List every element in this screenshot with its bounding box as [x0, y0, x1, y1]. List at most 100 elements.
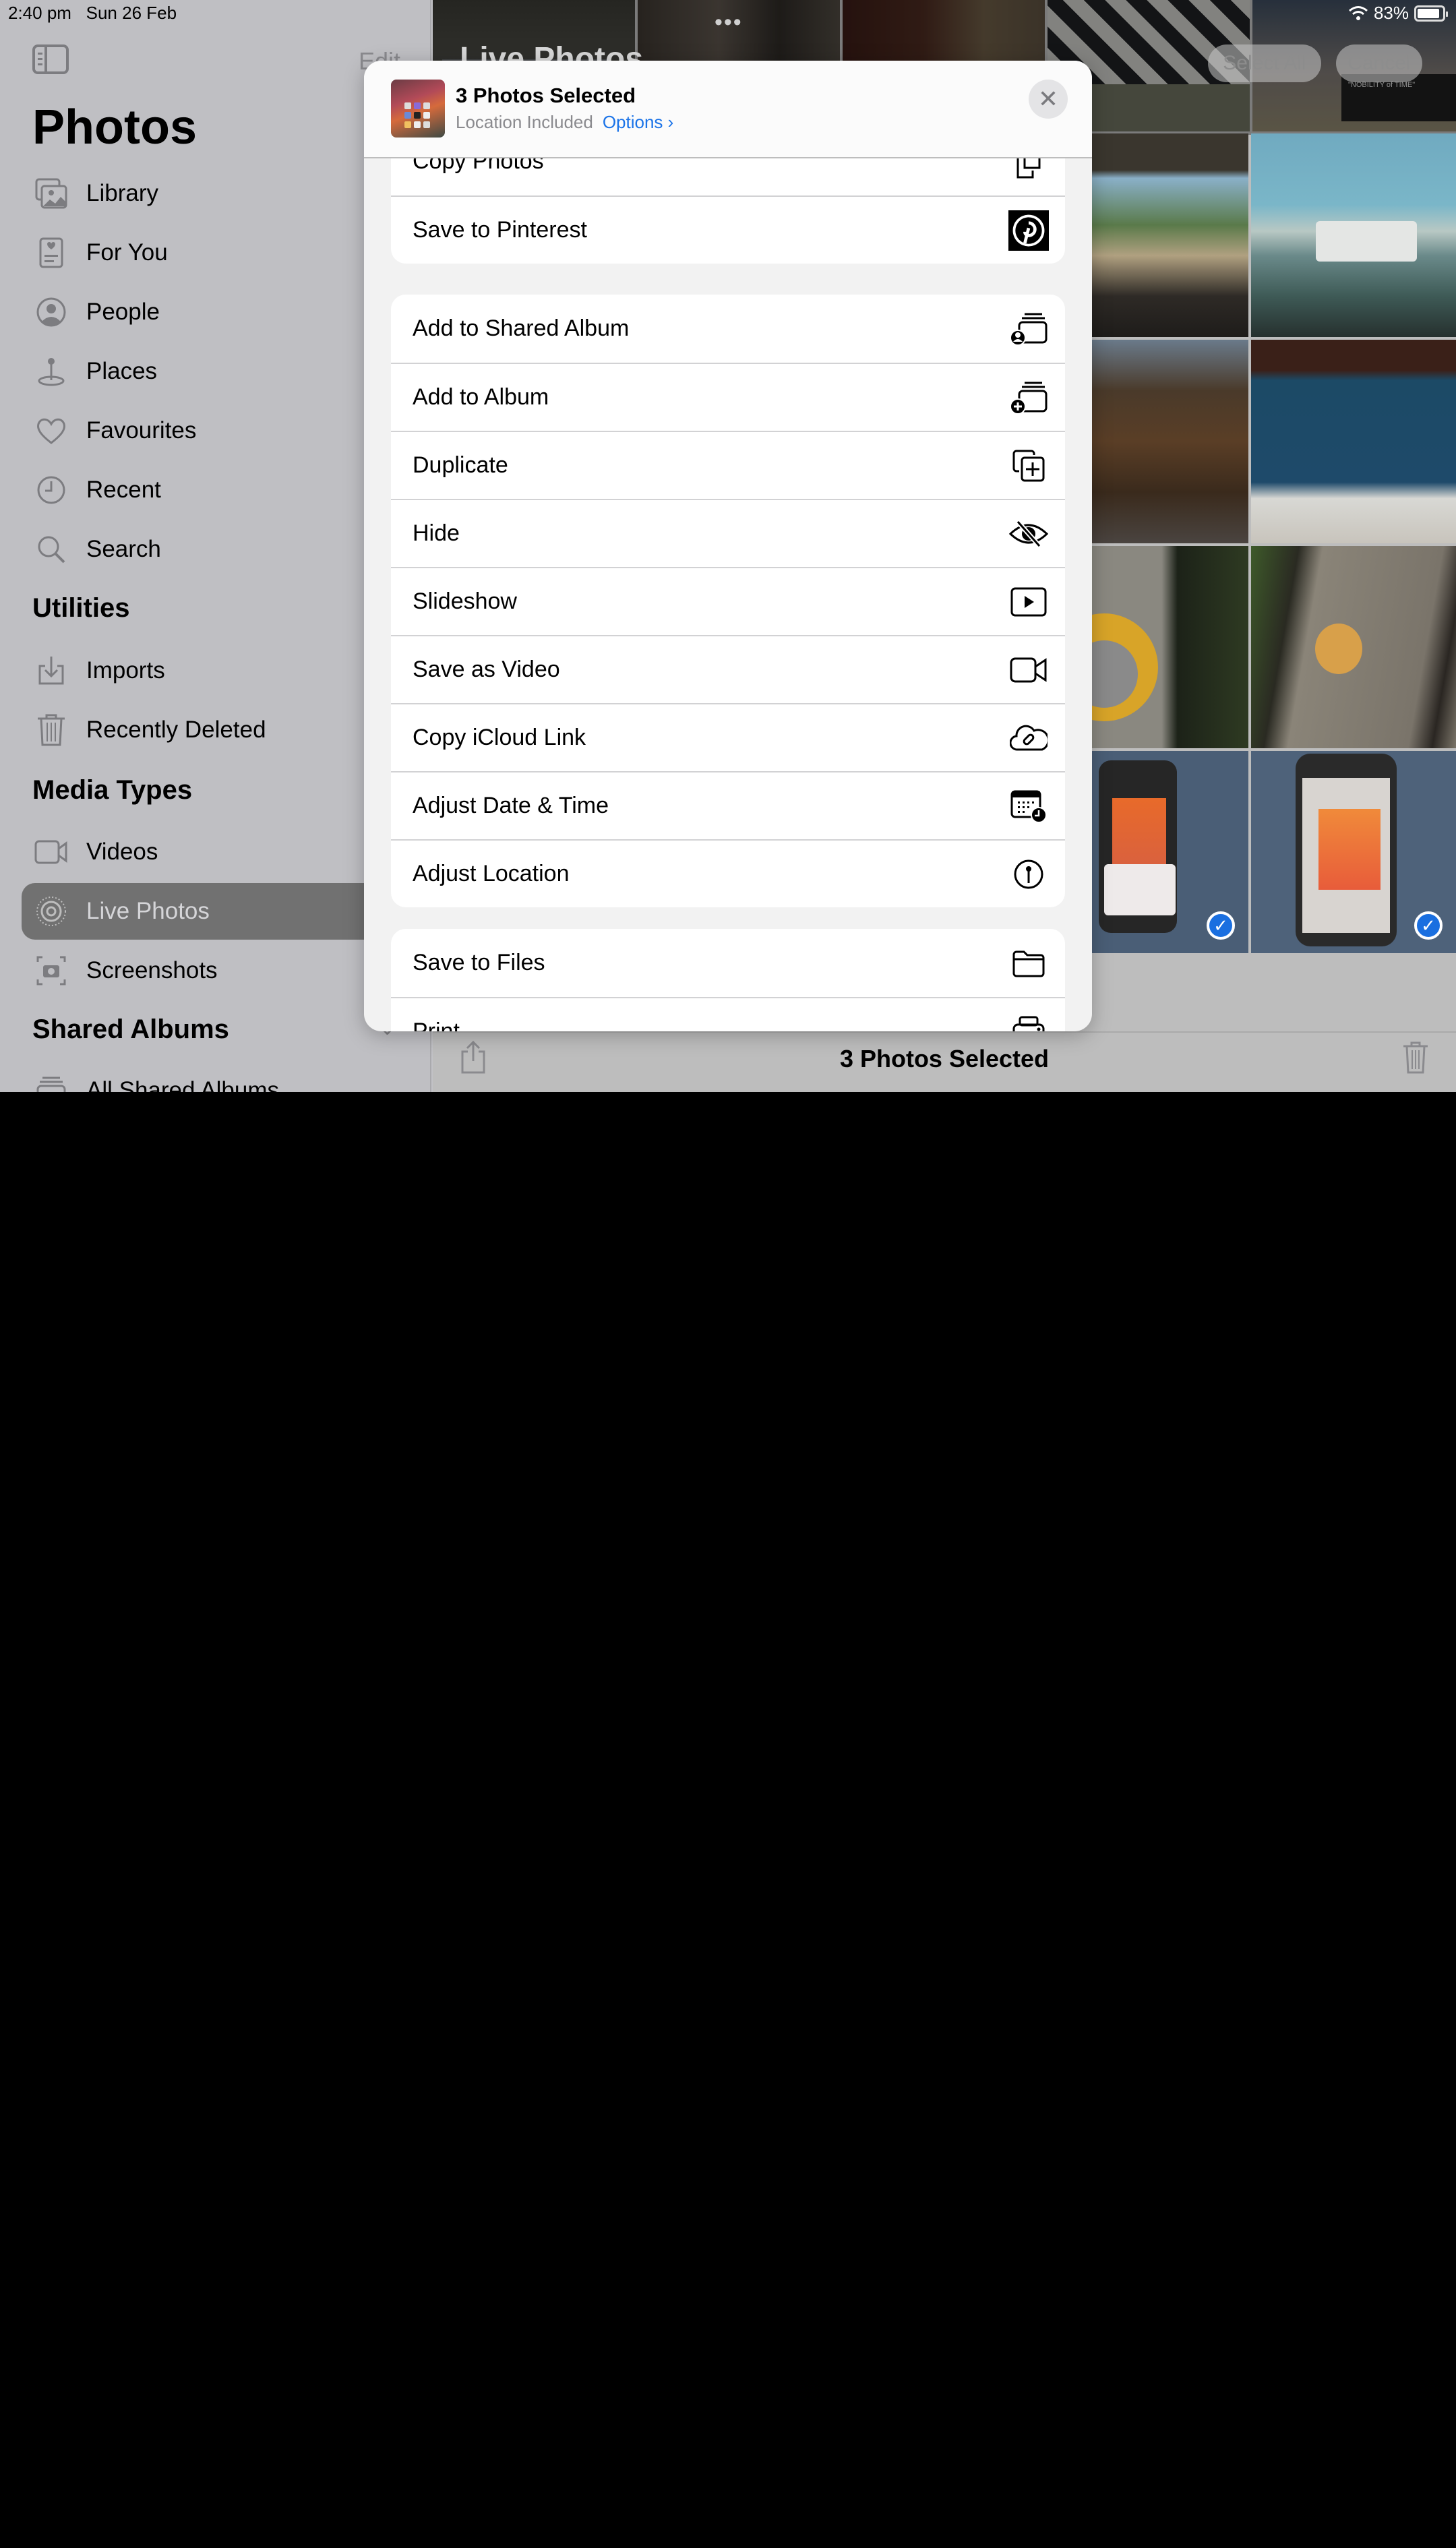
photo-thumbnail[interactable] [1251, 340, 1456, 543]
trash-icon [34, 712, 69, 748]
more-dots-icon[interactable]: ••• [715, 9, 743, 36]
action-label: Hide [413, 520, 460, 546]
photo-thumbnail[interactable] [1091, 340, 1248, 543]
sidebar-item-label: All Shared Albums [86, 1077, 279, 1092]
utilities-header[interactable]: Utilities [32, 593, 129, 624]
action-slideshow[interactable]: Slideshow [391, 567, 1065, 635]
printer-icon [1008, 1012, 1049, 1031]
sidebar-item-label: Videos [86, 839, 158, 865]
ipad-screen: Edit Photos Library For You People Place… [0, 0, 1456, 1092]
search-icon [34, 532, 69, 567]
clock-icon [34, 473, 69, 508]
action-label: Duplicate [413, 452, 508, 478]
media-types-header[interactable]: Media Types [32, 775, 192, 806]
share-sheet-subtitle: Location Included Options › [456, 112, 673, 133]
share-sheet-header: 3 Photos Selected Location Included Optio… [364, 61, 1092, 158]
select-all-button[interactable]: Select All [1208, 44, 1321, 82]
sidebar-item-label: Library [86, 180, 158, 206]
action-copy-icloud-link[interactable]: Copy iCloud Link [391, 703, 1065, 771]
status-indicators: 83% [1348, 3, 1448, 24]
sidebar-item-label: Favourites [86, 417, 197, 444]
sidebar-item-label: Live Photos [86, 898, 210, 924]
action-save-as-video[interactable]: Save as Video [391, 635, 1065, 703]
action-group: Add to Shared Album Add to Album Duplica… [391, 295, 1065, 907]
action-label: Copy iCloud Link [413, 725, 586, 750]
sidebar-item-label: Imports [86, 657, 165, 684]
location-included-label: Location Included [456, 112, 593, 132]
close-icon[interactable]: ✕ [1029, 80, 1068, 119]
battery-icon [1414, 5, 1448, 22]
share-sheet: 3 Photos Selected Location Included Optio… [364, 61, 1092, 1031]
wifi-icon [1348, 5, 1368, 22]
action-group: Save to Files Print [391, 929, 1065, 1031]
selected-checkmark-icon: ✓ [1207, 911, 1235, 940]
action-save-to-files[interactable]: Save to Files [391, 929, 1065, 997]
action-label: Save to Files [413, 950, 545, 975]
shared-albums-icon [34, 1073, 69, 1092]
heart-icon [34, 413, 69, 448]
places-icon [34, 354, 69, 389]
photo-thumbnail[interactable] [1091, 546, 1248, 748]
sidebar-item-label: Places [86, 358, 158, 384]
selection-thumbnail [391, 80, 445, 138]
photo-thumbnail[interactable] [1251, 133, 1456, 337]
battery-percent: 83% [1373, 3, 1409, 23]
calendar-clock-icon [1008, 786, 1049, 826]
shared-albums-header[interactable]: Shared Albums [32, 1014, 229, 1045]
import-icon [34, 653, 69, 688]
shared-album-icon [1008, 309, 1049, 349]
sidebar-item-label: For You [86, 239, 168, 266]
add-album-icon [1008, 377, 1049, 418]
action-add-to-album[interactable]: Add to Album [391, 363, 1065, 431]
duplicate-icon [1008, 446, 1049, 486]
video-icon [34, 835, 69, 870]
action-add-to-shared-album[interactable]: Add to Shared Album [391, 295, 1065, 363]
sidebar-toggle-icon[interactable] [32, 44, 69, 74]
action-label: Save to Pinterest [413, 217, 587, 243]
action-label: Save as Video [413, 657, 560, 682]
action-label: Adjust Date & Time [413, 793, 609, 818]
sidebar-item-label: Screenshots [86, 957, 218, 983]
sidebar-item-label: Recently Deleted [86, 717, 266, 743]
live-photo-icon [34, 894, 69, 929]
photo-thumbnail[interactable]: ✓ [1251, 751, 1456, 953]
cancel-button[interactable]: Cancel [1336, 44, 1422, 82]
action-print[interactable]: Print [391, 997, 1065, 1031]
selected-checkmark-icon: ✓ [1414, 911, 1443, 940]
cloud-link-icon [1008, 718, 1049, 758]
options-button[interactable]: Options › [603, 112, 674, 132]
action-duplicate[interactable]: Duplicate [391, 431, 1065, 499]
action-hide[interactable]: Hide [391, 499, 1065, 567]
action-save-to-pinterest[interactable]: Save to Pinterest [391, 195, 1065, 264]
for-you-icon [34, 235, 69, 270]
play-icon [1008, 582, 1049, 622]
selection-count-label: 3 Photos Selected [839, 1045, 1050, 1072]
action-adjust-location[interactable]: Adjust Location [391, 839, 1065, 907]
pinterest-icon [1008, 210, 1049, 251]
action-adjust-date-time[interactable]: Adjust Date & Time [391, 771, 1065, 839]
people-icon [34, 295, 69, 330]
action-label: Slideshow [413, 588, 517, 614]
action-label: Adjust Location [413, 861, 570, 886]
action-label: Print [413, 1019, 460, 1031]
photo-thumbnail[interactable] [1091, 133, 1248, 337]
chevron-right-icon: › [667, 112, 674, 132]
photo-thumbnail[interactable]: ✓ [1091, 751, 1248, 953]
sidebar-item-all-shared-albums[interactable]: All Shared Albums [22, 1062, 426, 1092]
eye-slash-icon [1008, 514, 1049, 554]
library-icon [34, 176, 69, 211]
folder-icon [1008, 943, 1049, 983]
sidebar-item-label: People [86, 299, 160, 325]
share-sheet-title: 3 Photos Selected [456, 84, 636, 107]
sidebar-item-label: Recent [86, 477, 161, 503]
action-label: Add to Shared Album [413, 315, 630, 341]
trash-icon[interactable] [1402, 1041, 1429, 1074]
screenshot-icon [34, 953, 69, 988]
photo-thumbnail[interactable] [1251, 546, 1456, 748]
bottom-toolbar: 3 Photos Selected [433, 1031, 1456, 1092]
sidebar-item-label: Search [86, 536, 161, 562]
video-icon [1008, 650, 1049, 690]
action-label: Add to Album [413, 384, 549, 410]
location-pin-icon [1008, 854, 1049, 894]
status-time: 2:40 pm Sun 26 Feb [8, 3, 177, 23]
